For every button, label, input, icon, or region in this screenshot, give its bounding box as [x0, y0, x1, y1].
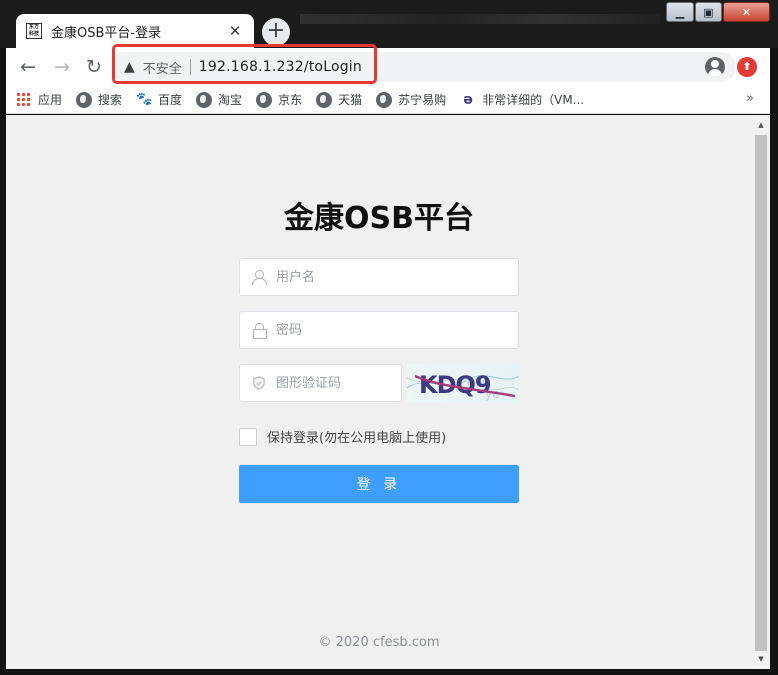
bookmark-search[interactable]: 搜索	[76, 91, 122, 108]
bookmark-jd[interactable]: 京东	[256, 91, 302, 108]
user-icon	[252, 270, 267, 285]
captcha-text: KDQ9	[419, 371, 491, 399]
remember-checkbox[interactable]	[239, 427, 257, 446]
scroll-thumb[interactable]	[755, 135, 767, 651]
captcha-image[interactable]: ow ye KDQ9	[407, 364, 519, 402]
password-field[interactable]	[239, 311, 519, 349]
bookmark-label: 京东	[278, 93, 303, 107]
forward-arrow-icon[interactable]: →	[50, 55, 74, 79]
warning-icon[interactable]: ▲	[124, 59, 135, 75]
blurred-background	[300, 14, 660, 24]
page-title: 金康OSB平台	[284, 201, 474, 236]
baidu-icon: 🐾	[136, 91, 153, 107]
new-tab-button[interactable]: +	[262, 18, 290, 46]
window-frame-left	[0, 48, 6, 675]
apps-icon	[16, 91, 32, 108]
vertical-scrollbar[interactable]: ▲ ▼	[752, 115, 770, 669]
v-icon: ə	[463, 91, 473, 108]
tab-close-icon[interactable]: ✕	[226, 22, 244, 40]
window-close-button[interactable]: ✕	[723, 2, 770, 22]
globe-icon	[196, 91, 213, 108]
bookmark-label: 淘宝	[218, 93, 243, 107]
bookmark-label: 百度	[158, 93, 183, 107]
window-frame-bottom	[0, 669, 778, 675]
site-favicon-icon: 东方科技	[26, 23, 42, 39]
window-frame-right	[770, 48, 778, 675]
username-field[interactable]	[239, 258, 519, 296]
lock-icon	[252, 323, 267, 339]
tab-title: 金康OSB平台-登录	[51, 25, 162, 41]
reload-icon[interactable]: ↻	[82, 55, 106, 79]
remember-label[interactable]: 保持登录(勿在公用电脑上使用)	[267, 427, 446, 446]
extension-icon[interactable]: ⬆	[737, 57, 757, 77]
captcha-input[interactable]	[276, 375, 396, 391]
bookmark-vm-article[interactable]: ə 非常详细的（VM...	[460, 91, 584, 108]
login-page: 金康OSB平台 ow ye KDQ9 保持登录(勿在公用电脑上使用) 登 录 ©…	[6, 115, 752, 669]
browser-toolbar: ← → ↻ ▲ 不安全 192.168.1.232/toLogin ☆ ⬆	[6, 48, 772, 86]
bookmark-label: 搜索	[98, 93, 123, 107]
captcha-field[interactable]	[239, 364, 402, 402]
security-status[interactable]: 不安全	[143, 58, 182, 77]
maximize-button[interactable]: ▣	[695, 2, 722, 22]
globe-icon	[316, 91, 333, 108]
shield-icon	[253, 376, 265, 390]
omnibox-divider	[189, 59, 191, 75]
minimize-button[interactable]: ▁	[666, 2, 694, 22]
bookmark-apps[interactable]: 应用	[16, 91, 62, 108]
remember-me[interactable]: 保持登录(勿在公用电脑上使用)	[239, 427, 446, 446]
bookmark-label: 苏宁易购	[398, 93, 447, 107]
bookmark-label: 应用	[38, 93, 63, 107]
globe-icon	[376, 91, 393, 108]
tab-strip: 东方科技 金康OSB平台-登录 ✕ + ▁ ▣ ✕	[0, 0, 778, 48]
bookmark-label: 非常详细的（VM...	[482, 93, 585, 107]
globe-icon	[76, 91, 93, 108]
bookmark-tmall[interactable]: 天猫	[316, 91, 362, 108]
bookmark-label: 天猫	[338, 93, 363, 107]
url-text[interactable]: 192.168.1.232/toLogin	[199, 59, 362, 75]
bookmarks-overflow-icon[interactable]: »	[746, 91, 754, 106]
address-bar[interactable]: ▲ 不安全 192.168.1.232/toLogin ☆	[110, 52, 736, 82]
scroll-up-icon[interactable]: ▲	[752, 117, 770, 133]
globe-icon	[256, 91, 273, 108]
back-arrow-icon[interactable]: ←	[16, 55, 40, 79]
browser-tab[interactable]: 东方科技 金康OSB平台-登录 ✕	[16, 14, 254, 48]
bookmark-baidu[interactable]: 🐾 百度	[136, 91, 182, 108]
login-button[interactable]: 登 录	[239, 465, 519, 503]
copyright-footer: © 2020 cfesb.com	[318, 635, 440, 650]
password-input[interactable]	[276, 322, 489, 338]
bookmark-suning[interactable]: 苏宁易购	[376, 91, 446, 108]
bookmarks-bar: 应用 搜索 🐾 百度 淘宝 京东 天猫 苏宁易购 ə 非常详细的（VM... »	[6, 86, 772, 114]
scroll-down-icon[interactable]: ▼	[752, 651, 770, 667]
bookmark-taobao[interactable]: 淘宝	[196, 91, 242, 108]
username-input[interactable]	[276, 269, 489, 285]
profile-avatar-icon[interactable]	[705, 57, 725, 77]
